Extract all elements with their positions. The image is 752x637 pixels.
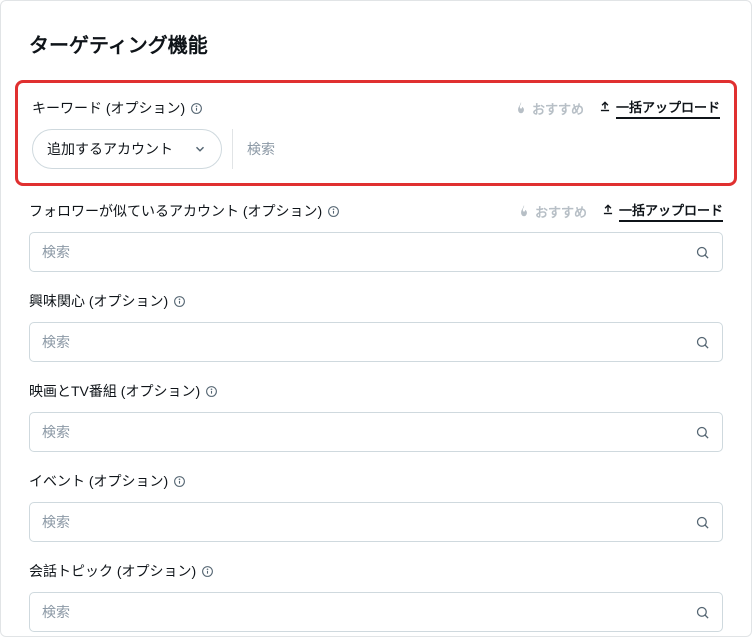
- search-icon: [695, 335, 710, 350]
- info-icon[interactable]: [189, 101, 203, 115]
- page-title: ターゲティング機能: [29, 29, 723, 58]
- bulk-upload-label: 一括アップロード: [616, 97, 720, 119]
- upload-icon: [601, 203, 615, 220]
- interests-label: 興味関心 (オプション): [29, 291, 168, 311]
- movies-tv-search-input[interactable]: [42, 424, 695, 440]
- account-select[interactable]: 追加するアカウント: [32, 129, 222, 169]
- recommend-label: おすすめ: [535, 202, 587, 221]
- recommend-button[interactable]: おすすめ: [517, 202, 587, 221]
- account-select-label: 追加するアカウント: [47, 139, 173, 159]
- search-icon: [695, 425, 710, 440]
- search-icon: [695, 245, 710, 260]
- movies-tv-label: 映画とTV番組 (オプション): [29, 381, 200, 401]
- fire-icon: [514, 101, 528, 115]
- info-icon[interactable]: [326, 204, 340, 218]
- bulk-upload-button[interactable]: 一括アップロード: [598, 97, 720, 119]
- fire-icon: [517, 204, 531, 218]
- conversation-label: 会話トピック (オプション): [29, 561, 196, 581]
- info-icon[interactable]: [172, 294, 186, 308]
- search-icon: [695, 605, 710, 620]
- info-icon[interactable]: [200, 564, 214, 578]
- events-label: イベント (オプション): [29, 471, 168, 491]
- followers-label: フォロワーが似ているアカウント (オプション): [29, 201, 322, 221]
- recommend-label: おすすめ: [532, 99, 584, 118]
- events-search-input[interactable]: [42, 514, 695, 530]
- conversation-search-input[interactable]: [42, 604, 695, 620]
- keywords-search-input[interactable]: [247, 141, 706, 157]
- keywords-search-wrap: [232, 129, 720, 169]
- followers-search-input[interactable]: [42, 244, 695, 260]
- interests-search-input[interactable]: [42, 334, 695, 350]
- keywords-highlight: キーワード (オプション) おすすめ: [15, 80, 737, 186]
- info-icon[interactable]: [204, 384, 218, 398]
- keywords-label: キーワード (オプション): [32, 98, 185, 118]
- search-icon: [695, 515, 710, 530]
- info-icon[interactable]: [172, 474, 186, 488]
- bulk-upload-button[interactable]: 一括アップロード: [601, 200, 723, 222]
- recommend-button[interactable]: おすすめ: [514, 99, 584, 118]
- upload-icon: [598, 100, 612, 117]
- bulk-upload-label: 一括アップロード: [619, 200, 723, 222]
- chevron-down-icon: [193, 142, 207, 156]
